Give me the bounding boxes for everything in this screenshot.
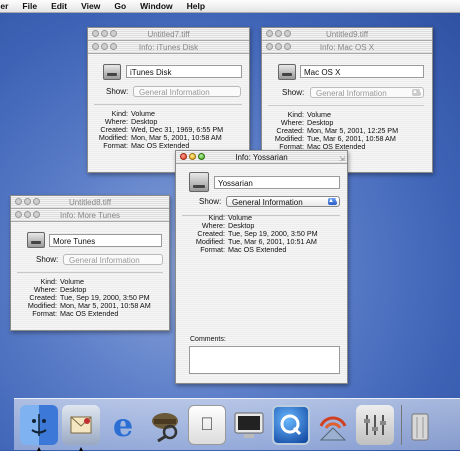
info-list: Kind: Volume Where: Desktop Created: Tue, S… bbox=[21, 278, 151, 318]
window-title: Info: Mac OS X bbox=[319, 42, 375, 52]
hard-disk-icon bbox=[189, 172, 209, 192]
show-label: Show: bbox=[106, 87, 129, 96]
zoom-button[interactable] bbox=[110, 30, 117, 37]
info-value: Mac OS Extended bbox=[228, 245, 287, 254]
minimize-button[interactable] bbox=[101, 30, 108, 37]
separator bbox=[268, 105, 424, 106]
menu-app-name[interactable]: ler bbox=[0, 1, 15, 11]
dock: e  bbox=[14, 398, 460, 451]
close-button[interactable] bbox=[92, 43, 99, 50]
popup-arrow-icon: ▲▼ bbox=[328, 198, 340, 205]
window-title: Info: iTunes Disk bbox=[138, 42, 199, 52]
show-popup[interactable]: General Information bbox=[63, 254, 163, 265]
name-field[interactable]: Mac OS X bbox=[300, 65, 424, 78]
menu-go[interactable]: Go bbox=[107, 1, 133, 11]
info-value: Mac OS Extended bbox=[131, 141, 190, 150]
name-field[interactable]: Yossarian bbox=[214, 176, 340, 189]
minimize-button[interactable] bbox=[24, 198, 31, 205]
finder-icon[interactable] bbox=[20, 404, 58, 451]
zoom-button[interactable] bbox=[110, 43, 117, 50]
info-list: Kind: Volume Where: Desktop Created: Wed, D… bbox=[92, 110, 223, 150]
info-titlebar[interactable]: Info: More Tunes bbox=[11, 209, 169, 222]
doc-title: Untitled9.tiff bbox=[325, 29, 369, 39]
show-label: Show: bbox=[282, 88, 305, 97]
zoom-button[interactable] bbox=[33, 198, 40, 205]
internet-explorer-icon[interactable]: e bbox=[104, 405, 142, 445]
show-label: Show: bbox=[199, 197, 222, 206]
trash-icon[interactable] bbox=[409, 405, 431, 445]
system-preferences-icon[interactable] bbox=[356, 404, 394, 445]
menu-view[interactable]: View bbox=[74, 1, 107, 11]
menu-window[interactable]: Window bbox=[133, 1, 180, 11]
info-window-more-tunes[interactable]: Untitled8.tiff Info: More Tunes More Tun… bbox=[10, 195, 170, 331]
close-button[interactable] bbox=[15, 211, 22, 218]
hard-disk-icon bbox=[27, 232, 45, 248]
zoom-button[interactable] bbox=[284, 30, 291, 37]
resize-grip-icon[interactable]: ⇲ bbox=[339, 156, 346, 163]
doc-title: Untitled8.tiff bbox=[68, 197, 112, 207]
info-list: Kind: Volume Where: Desktop Created: Mon, M… bbox=[268, 111, 398, 151]
close-button[interactable] bbox=[15, 198, 22, 205]
minimize-button[interactable] bbox=[189, 153, 196, 160]
dock-separator bbox=[401, 404, 402, 445]
close-button[interactable] bbox=[266, 43, 273, 50]
popup-arrow-icon: ▲▼ bbox=[412, 89, 424, 96]
info-key: Format: bbox=[103, 141, 128, 150]
sherlock-icon[interactable] bbox=[146, 405, 184, 445]
separator bbox=[94, 104, 242, 105]
comments-field[interactable] bbox=[189, 346, 340, 374]
mail-icon[interactable] bbox=[62, 404, 100, 451]
doc-title: Untitled7.tiff bbox=[147, 29, 190, 39]
doc-titlebar[interactable]: Untitled7.tiff bbox=[88, 28, 249, 41]
info-titlebar[interactable]: Info: iTunes Disk bbox=[88, 41, 249, 54]
airport-icon[interactable] bbox=[314, 405, 352, 445]
doc-titlebar[interactable]: Untitled8.tiff bbox=[11, 196, 169, 209]
show-popup-value: General Information bbox=[316, 89, 387, 98]
info-titlebar[interactable]: Info: Mac OS X bbox=[262, 41, 432, 54]
show-label: Show: bbox=[36, 255, 59, 264]
show-popup-value: General Information bbox=[139, 88, 210, 97]
menu-edit[interactable]: Edit bbox=[44, 1, 74, 11]
hard-disk-icon bbox=[103, 64, 121, 80]
menu-file[interactable]: File bbox=[15, 1, 44, 11]
separator bbox=[17, 272, 163, 273]
minimize-button[interactable] bbox=[275, 30, 282, 37]
close-button[interactable] bbox=[266, 30, 273, 37]
info-titlebar[interactable]: Info: Yossarian bbox=[176, 151, 347, 164]
info-key: Format: bbox=[32, 309, 57, 318]
monitor-icon[interactable] bbox=[230, 405, 268, 445]
minimize-button[interactable] bbox=[24, 211, 31, 218]
show-popup-value: General Information bbox=[69, 256, 140, 265]
close-button[interactable] bbox=[92, 30, 99, 37]
quicktime-icon[interactable] bbox=[272, 404, 310, 445]
show-popup-value: General Information bbox=[232, 198, 303, 207]
info-window-yossarian[interactable]: Info: Yossarian Yossarian Show: General … bbox=[175, 150, 348, 384]
doc-titlebar[interactable]: Untitled9.tiff bbox=[262, 28, 432, 41]
comments-label: Comments: bbox=[190, 336, 226, 343]
hard-disk-icon bbox=[278, 64, 296, 80]
show-popup[interactable]: General Information bbox=[133, 86, 241, 97]
zoom-button[interactable] bbox=[33, 211, 40, 218]
menu-help[interactable]: Help bbox=[180, 1, 212, 11]
minimize-button[interactable] bbox=[275, 43, 282, 50]
window-title: Info: More Tunes bbox=[59, 210, 121, 220]
info-key: Format: bbox=[200, 245, 225, 254]
window-title: Info: Yossarian bbox=[235, 152, 288, 162]
show-popup[interactable]: General Information ▲▼ bbox=[310, 87, 424, 98]
info-value: Mac OS Extended bbox=[60, 309, 119, 318]
minimize-button[interactable] bbox=[101, 43, 108, 50]
close-button[interactable] bbox=[180, 153, 187, 160]
zoom-button[interactable] bbox=[198, 153, 205, 160]
zoom-button[interactable] bbox=[284, 43, 291, 50]
menu-bar: ler File Edit View Go Window Help bbox=[0, 0, 460, 13]
apple-tour-icon[interactable]:  bbox=[188, 404, 226, 445]
name-field[interactable]: iTunes Disk bbox=[126, 65, 242, 78]
show-popup[interactable]: General Information ▲▼ bbox=[226, 196, 340, 207]
name-field[interactable]: More Tunes bbox=[49, 234, 162, 247]
info-list: Kind: Volume Where: Desktop Created: Tue, S… bbox=[189, 214, 318, 254]
